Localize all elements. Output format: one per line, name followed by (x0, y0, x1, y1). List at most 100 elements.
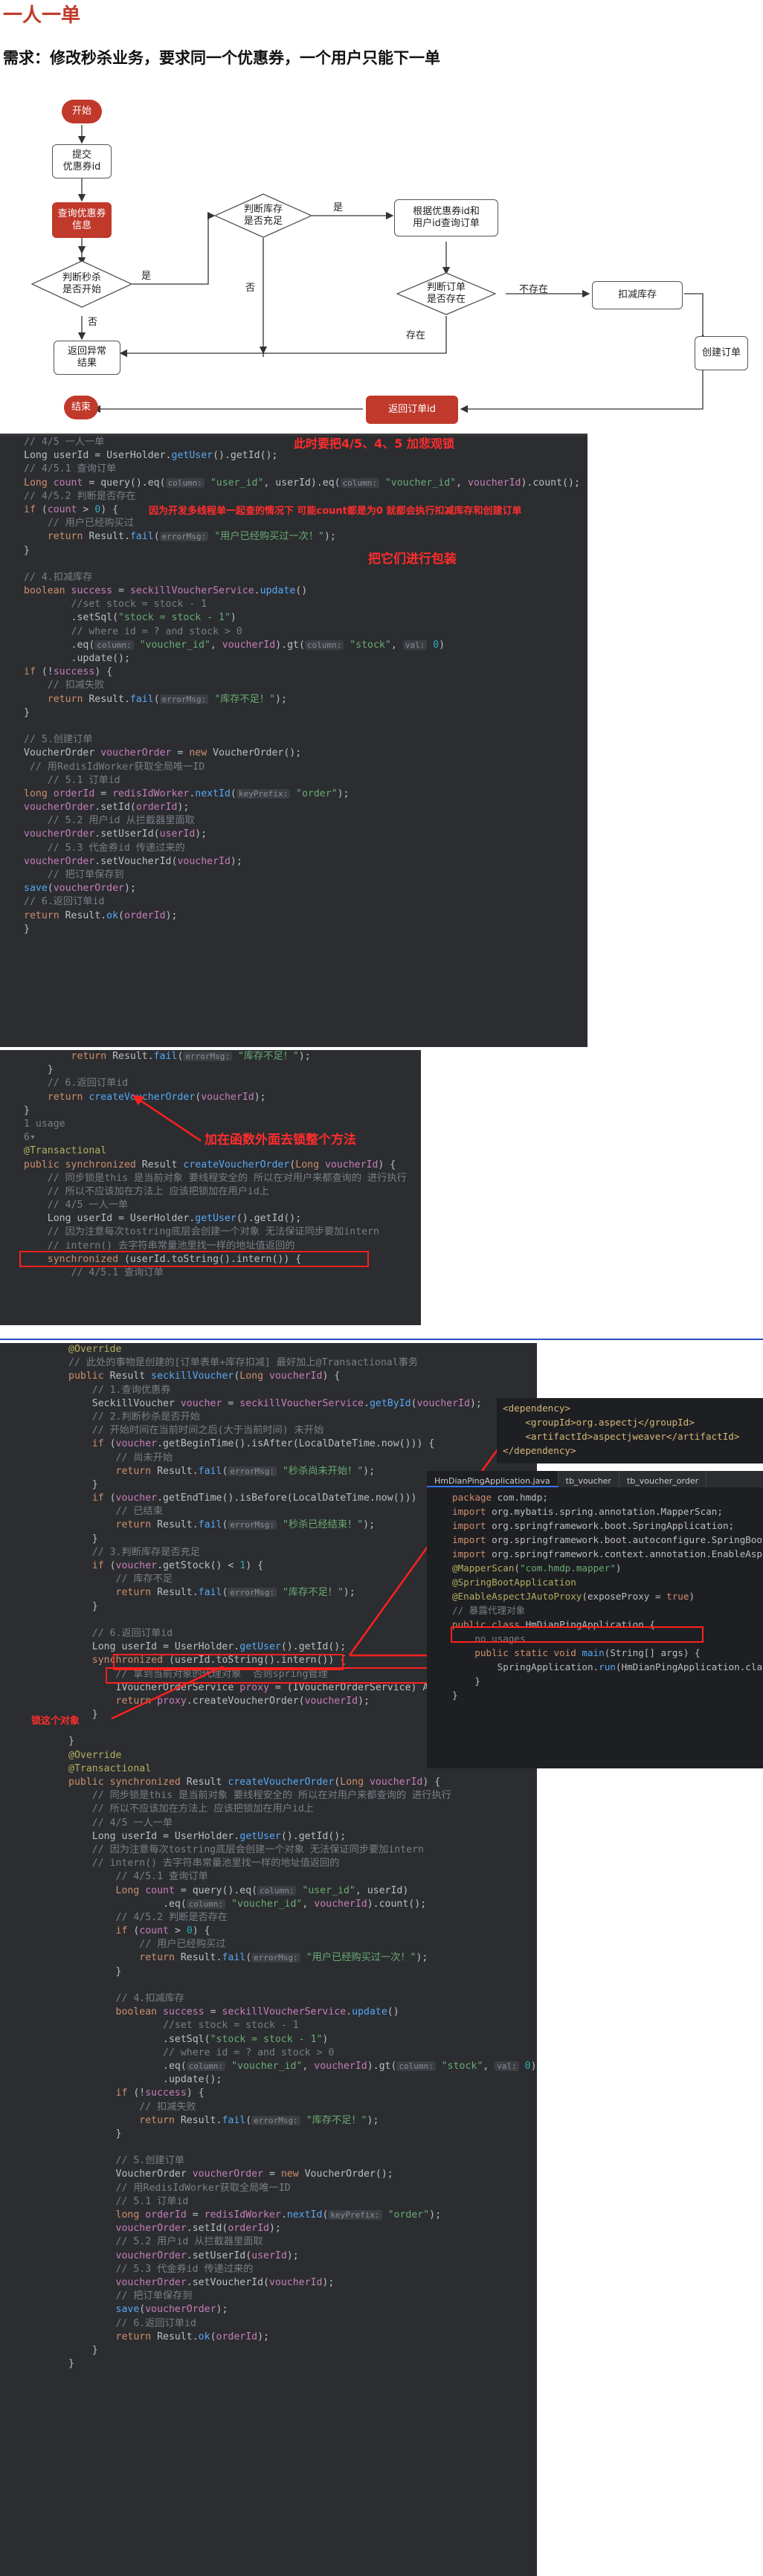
code-token: // intern() 去字符串常量池里找一样的地址值返回的 (68, 1858, 340, 1870)
code-line: } (0, 1965, 537, 1979)
code-token: // 4/5 一人一单 (68, 1817, 173, 1829)
code-token: VoucherOrder (68, 2168, 193, 2180)
code-line: long orderId = redisIdWorker.nextId(keyP… (0, 788, 587, 801)
code-line: } (452, 1674, 763, 1688)
code-token: "用户已经购买过一次！" (300, 1952, 416, 1964)
code-token: org.springframework.context.annotation.E… (492, 1548, 763, 1559)
code-line: .eq(column: "voucher_id", voucherId).gt(… (0, 2060, 537, 2073)
code-line: // 6.返回订单id (0, 2317, 537, 2331)
code-token: = (112, 585, 130, 597)
flow-label-no-1: 否 (88, 317, 98, 328)
code-line: } (0, 2344, 537, 2357)
code-token: userId (251, 2250, 287, 2261)
code-line: public static void main(String[] args) { (452, 1646, 763, 1660)
flow-return-id: 返回订单id (366, 396, 458, 424)
code-token: voucherId (268, 2276, 323, 2288)
code-token: "stock" (344, 639, 391, 651)
code-token: ( (118, 909, 124, 921)
code-token: public static void (452, 1647, 582, 1658)
code-token: "库存不足！" (300, 2114, 367, 2126)
editor-tab[interactable]: tb_voucher (558, 1471, 619, 1487)
code-token: nextId (286, 2209, 323, 2221)
code-token: update (352, 2006, 387, 2018)
code-token: count (53, 477, 83, 489)
code-token: ); (216, 2304, 228, 2316)
code-token: val: (495, 2061, 519, 2071)
code-block-2: return Result.fail(errorMsg: "库存不足！"); }… (0, 1050, 421, 1325)
code-token: VoucherOrder (24, 747, 101, 759)
code-token: nextId (195, 788, 231, 799)
code-token: .setUserId( (94, 828, 160, 840)
code-line: public synchronized Result createVoucher… (0, 1776, 537, 1789)
code-token: .setSql( (24, 612, 119, 624)
code-line: // 5.3 代金券id 传递过来的 (0, 842, 587, 855)
code-token: // 4/5.1 查询订单 (24, 463, 117, 475)
code-token: // 扣减失败 (68, 2101, 196, 2113)
code-token: errorMsg: (159, 532, 209, 542)
code-line: // 6.返回订单id (0, 895, 587, 909)
code-token: // 5.2 用户id 从拦截器里面取 (68, 2236, 263, 2248)
flow-judge-start: 判断秒杀 是否开始 (31, 260, 132, 308)
code-token: run (599, 1661, 616, 1672)
code-token: > (77, 503, 95, 515)
code-token: // 用RedisIdWorker获取全局唯一ID (68, 2182, 291, 2194)
code-line: voucherOrder.setUserId(userId); (0, 828, 587, 841)
code-token: // 4/5.1 查询订单 (68, 1871, 208, 1883)
code-line: } (0, 2128, 537, 2141)
code-token: Long (340, 1777, 370, 1788)
code-token: voucherOrder (24, 855, 95, 867)
code-token: org.mybatis.spring.annotation.MapperScan… (492, 1506, 723, 1517)
code-token: if (24, 503, 42, 515)
code-token: voucherOrder (53, 883, 124, 895)
code-token: fail (129, 531, 154, 543)
code-line: } (0, 544, 587, 558)
code-token: // 把订单保存到 (24, 869, 124, 880)
code-token: return (24, 531, 89, 543)
code-token: Long (24, 477, 54, 489)
code-token: voucherOrder (24, 828, 95, 840)
code-token: //set stock = stock - 1 (68, 2020, 299, 2032)
code-token: ( (514, 1562, 520, 1574)
code-token: fail (222, 1952, 246, 1964)
code-token: if (24, 666, 42, 678)
code-token: . (280, 2209, 287, 2221)
code-token: } (452, 1690, 458, 1701)
code-token: () (387, 2006, 399, 2018)
code-token: val: (402, 640, 428, 650)
code-token: voucherId (314, 1898, 367, 1910)
code-token: voucherOrder (100, 747, 172, 759)
editor-tab[interactable]: tb_voucher_order (619, 1471, 707, 1487)
code-token: return (24, 693, 89, 705)
code-token: voucherOrder (68, 2223, 187, 2235)
code-token: ); (337, 788, 350, 799)
code-token: (String[] args) { (604, 1647, 701, 1658)
code-token: // 暴露代理对象 (452, 1605, 526, 1616)
code-token: new (280, 2168, 305, 2180)
divider-line (0, 1339, 763, 1340)
code-token: boolean (24, 585, 71, 597)
code-token: column: (396, 2061, 436, 2071)
code-token: .setId( (186, 2223, 228, 2235)
code-token: errorMsg: (251, 2115, 300, 2125)
xml-line: <groupId>org.aspectj</groupId> (503, 1417, 695, 1428)
code-line: // where id = ? and stock > 0 (0, 2047, 537, 2060)
code-line: if (count > 0) { (0, 1925, 537, 1938)
code-token: ); (165, 909, 178, 921)
code-token: boolean (68, 2006, 164, 2018)
code-line: if (!success) { (0, 666, 587, 679)
code-token: // 5.创建订单 (24, 734, 93, 746)
code-token: , userId) (355, 1884, 409, 1896)
code-token: "voucher_id" (133, 639, 210, 651)
code-token: seckillVoucherService (222, 2006, 347, 2018)
flow-query: 查询优惠券 信息 (52, 202, 112, 238)
code-token: userId (159, 828, 196, 840)
code-token: } (24, 923, 30, 935)
code-line: // where id = ? and stock > 0 (0, 625, 587, 639)
xml-line: <artifactId>aspectjweaver</artifactId> (503, 1431, 740, 1442)
flow-label-exist: 存在 (406, 330, 426, 341)
code-token: // 6.返回订单id (24, 896, 105, 908)
code-line: // 4/5.1 查询订单 (0, 463, 587, 476)
code-token: .eq( (24, 639, 95, 651)
editor-tab[interactable]: HmDianPingApplication.java (427, 1471, 558, 1487)
